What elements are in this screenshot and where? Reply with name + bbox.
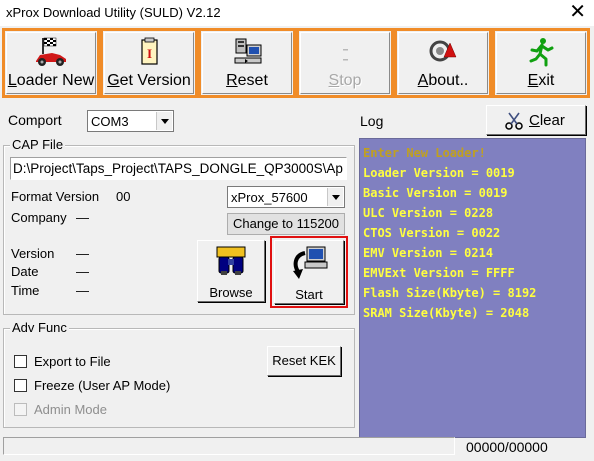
svg-text:I: I [147,46,152,61]
progress-counter: 00000/00000 [462,438,590,456]
log-label: Log [360,113,384,129]
about-button[interactable]: About.. [394,28,492,98]
window-title: xProx Download Utility (SULD) V2.12 [6,5,221,20]
start-button[interactable]: Start [274,240,344,304]
about-logo-icon [429,40,457,62]
comport-select[interactable]: COM3 [87,110,174,132]
stop-icon [343,49,348,61]
running-man-icon [529,38,554,67]
document-info-icon: I [141,37,158,65]
clear-button[interactable]: Clear [486,105,586,135]
racecar-icon [36,37,66,66]
log-line: Flash Size(Kbyte) = 8192 [363,286,537,300]
close-icon[interactable]: ✕ [569,1,586,23]
format-version-value: 00 [116,189,131,204]
reset-button[interactable]: Reset [198,28,296,98]
date-value: — [76,264,89,279]
binoculars-icon [216,246,246,275]
loader-new-button[interactable]: Loader New [2,28,100,98]
stop-button[interactable]: Stop [296,28,394,98]
log-line: SRAM Size(Kbyte) = 2048 [363,306,530,320]
version-label: Version [11,246,55,261]
log-line: Loader Version = 0019 [363,166,515,180]
log-line: CTOS Version = 0022 [363,226,501,240]
comport-label: Comport [8,112,62,128]
log-line: ULC Version = 0228 [363,206,494,220]
log-panel[interactable]: Enter New Loader! Loader Version = 0019 … [359,138,586,438]
format-version-label: Format Version [11,189,100,204]
version-value: — [76,246,89,261]
download-computer-icon [293,246,328,279]
time-label: Time [11,283,40,298]
chevron-down-icon[interactable] [156,112,172,130]
change-baud-button[interactable]: Change to 115200 [227,213,345,235]
adv-func-group-title: Adv Func [10,320,69,335]
chevron-down-icon[interactable] [327,188,343,206]
computer-reset-icon [234,38,262,64]
company-label: Company [11,210,67,225]
browse-button[interactable]: Browse [197,240,265,302]
log-line: EMV Version = 0214 [363,246,494,260]
log-line: Basic Version = 0019 [363,186,508,200]
admin-mode-checkbox[interactable]: Admin Mode [14,402,107,417]
cap-file-path-field[interactable]: D:\Project\Taps_Project\TAPS_DONGLE_QP30… [10,157,347,180]
progress-bar [3,437,455,455]
scissors-icon [505,112,523,130]
freeze-mode-checkbox[interactable]: Freeze (User AP Mode) [14,378,170,393]
time-value: — [76,283,89,298]
reset-kek-button[interactable]: Reset KEK [267,346,341,376]
toolbar: Loader New I Get Version Reset Stop Abou… [2,28,592,98]
date-label: Date [11,264,39,279]
log-line: Enter New Loader! [363,146,486,160]
title-bar: xProx Download Utility (SULD) V2.12 ✕ [0,0,594,26]
exit-button[interactable]: Exit [492,28,590,98]
log-line: EMVExt Version = FFFF [363,266,515,280]
baud-rate-select[interactable]: xProx_57600 [227,186,345,208]
export-to-file-checkbox[interactable]: Export to File [14,354,111,369]
get-version-button[interactable]: I Get Version [100,28,198,98]
company-value: — [76,210,89,225]
cap-file-group-title: CAP File [10,137,66,152]
